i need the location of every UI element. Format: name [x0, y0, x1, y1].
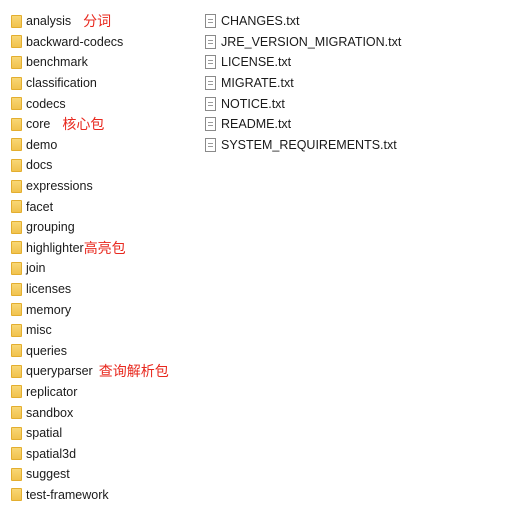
folder-name: facet — [26, 199, 54, 214]
folder-item-queryparser[interactable]: queryparser 查询解析包 — [11, 361, 169, 382]
folder-name: expressions — [26, 179, 93, 194]
folder-item-analysis[interactable]: analysis 分词 — [11, 11, 169, 32]
folder-name: analysis — [26, 14, 72, 29]
file-item-readme[interactable]: README.txt — [205, 114, 401, 135]
folder-item-queries[interactable]: queries — [11, 341, 169, 362]
folder-item-licenses[interactable]: licenses — [11, 279, 169, 300]
folder-name: licenses — [26, 282, 72, 297]
file-list: CHANGES.txt JRE_VERSION_MIGRATION.txt LI… — [205, 11, 401, 155]
folder-name: test-framework — [26, 487, 109, 502]
folder-icon — [11, 303, 22, 317]
folder-icon — [11, 117, 22, 131]
folder-item-highlighter[interactable]: highlighter 高亮包 — [11, 238, 169, 259]
folder-item-benchmark[interactable]: benchmark — [11, 52, 169, 73]
file-name: CHANGES.txt — [221, 14, 300, 29]
folder-name: misc — [26, 323, 52, 338]
folder-icon — [11, 406, 22, 420]
annotation-note: 高亮包 — [83, 240, 126, 257]
folder-icon — [11, 447, 22, 461]
folder-name: backward-codecs — [26, 34, 124, 49]
file-item-license[interactable]: LICENSE.txt — [205, 52, 401, 73]
folder-item-replicator[interactable]: replicator — [11, 382, 169, 403]
folder-icon — [11, 138, 22, 152]
file-name: MIGRATE.txt — [221, 76, 294, 91]
folder-name: highlighter — [26, 240, 84, 255]
folder-item-classification[interactable]: classification — [11, 73, 169, 94]
file-name: NOTICE.txt — [221, 96, 285, 111]
folder-icon — [11, 97, 22, 111]
folder-name: demo — [26, 137, 58, 152]
folder-item-codecs[interactable]: codecs — [11, 93, 169, 114]
text-file-icon — [205, 34, 216, 49]
folder-icon — [11, 220, 22, 234]
file-item-notice[interactable]: NOTICE.txt — [205, 93, 401, 114]
folder-name: spatial — [26, 426, 63, 441]
annotation-note: 分词 — [83, 14, 112, 31]
folder-item-spatial[interactable]: spatial — [11, 423, 169, 444]
folder-icon — [11, 35, 22, 49]
folder-icon — [11, 364, 22, 378]
folder-item-core[interactable]: core 核心包 — [11, 114, 169, 135]
folder-name: suggest — [26, 467, 70, 482]
folder-icon — [11, 488, 22, 502]
folder-item-join[interactable]: join — [11, 258, 169, 279]
folder-item-docs[interactable]: docs — [11, 155, 169, 176]
folder-name: replicator — [26, 384, 78, 399]
folder-item-spatial3d[interactable]: spatial3d — [11, 443, 169, 464]
folder-name: memory — [26, 302, 72, 317]
file-name: SYSTEM_REQUIREMENTS.txt — [221, 137, 397, 152]
folder-item-sandbox[interactable]: sandbox — [11, 402, 169, 423]
folder-item-test-framework[interactable]: test-framework — [11, 485, 169, 506]
folder-name: classification — [26, 76, 97, 91]
folder-name: docs — [26, 158, 53, 173]
annotation-note: 核心包 — [62, 117, 105, 134]
folder-name: sandbox — [26, 405, 74, 420]
file-item-jre-version-migration[interactable]: JRE_VERSION_MIGRATION.txt — [205, 32, 401, 53]
text-file-icon — [205, 14, 216, 29]
folder-icon — [11, 282, 22, 296]
folder-name: spatial3d — [26, 446, 77, 461]
folder-icon — [11, 179, 22, 193]
folder-icon — [11, 241, 22, 255]
folder-icon — [11, 385, 22, 399]
folder-icon — [11, 426, 22, 440]
folder-name: join — [26, 261, 46, 276]
folder-icon — [11, 14, 22, 28]
folder-item-expressions[interactable]: expressions — [11, 176, 169, 197]
annotation-note: 查询解析包 — [98, 364, 169, 381]
folder-item-memory[interactable]: memory — [11, 299, 169, 320]
text-file-icon — [205, 96, 216, 111]
file-item-system-requirements[interactable]: SYSTEM_REQUIREMENTS.txt — [205, 135, 401, 156]
folder-name: core — [26, 117, 51, 132]
folder-icon — [11, 200, 22, 214]
folder-name: queries — [26, 343, 67, 358]
folder-name: benchmark — [26, 55, 88, 70]
text-file-icon — [205, 55, 216, 70]
file-name: README.txt — [221, 117, 292, 132]
folder-name: grouping — [26, 220, 75, 235]
file-item-migrate[interactable]: MIGRATE.txt — [205, 73, 401, 94]
folder-icon — [11, 158, 22, 172]
file-name: LICENSE.txt — [221, 55, 292, 70]
file-item-changes[interactable]: CHANGES.txt — [205, 11, 401, 32]
folder-item-facet[interactable]: facet — [11, 196, 169, 217]
folder-item-backward-codecs[interactable]: backward-codecs — [11, 32, 169, 53]
folder-name: queryparser — [26, 364, 93, 379]
text-file-icon — [205, 117, 216, 132]
text-file-icon — [205, 76, 216, 91]
file-name: JRE_VERSION_MIGRATION.txt — [221, 34, 402, 49]
folder-icon — [11, 323, 22, 337]
folder-list: analysis 分词 backward-codecs benchmark cl… — [11, 11, 169, 505]
folder-icon — [11, 76, 22, 90]
folder-icon — [11, 344, 22, 358]
folder-item-suggest[interactable]: suggest — [11, 464, 169, 485]
folder-item-misc[interactable]: misc — [11, 320, 169, 341]
folder-icon — [11, 55, 22, 69]
folder-item-grouping[interactable]: grouping — [11, 217, 169, 238]
folder-icon — [11, 261, 22, 275]
folder-icon — [11, 467, 22, 481]
folder-name: codecs — [26, 96, 66, 111]
folder-item-demo[interactable]: demo — [11, 135, 169, 156]
text-file-icon — [205, 137, 216, 152]
